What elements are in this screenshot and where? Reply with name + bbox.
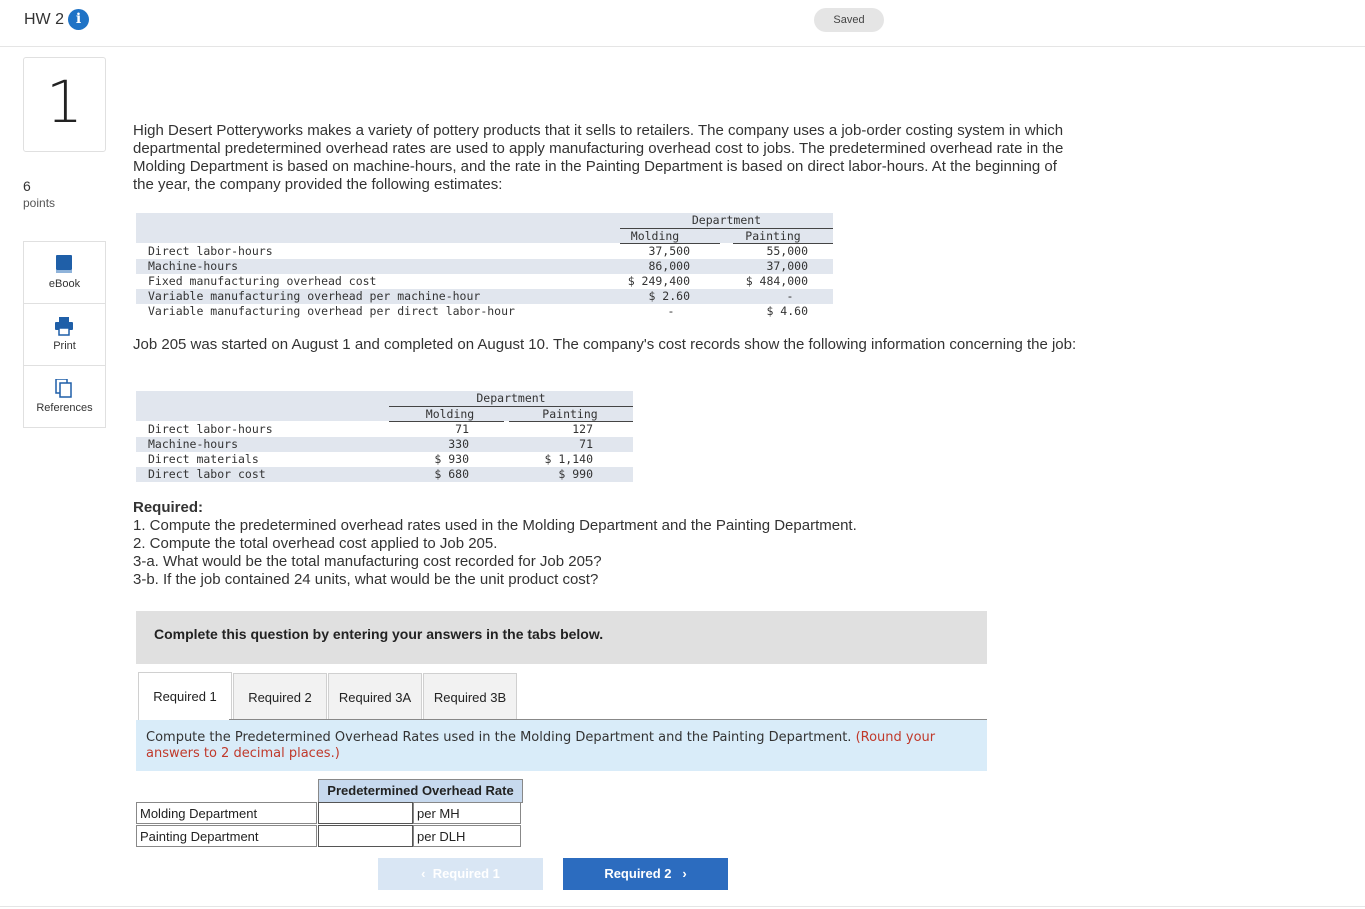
molding-rate-unit: per MH xyxy=(413,802,521,824)
table1-row-label: Variable manufacturing overhead per dire… xyxy=(148,304,515,318)
complete-prompt-box: Complete this question by entering your … xyxy=(136,611,987,664)
previous-tab-label: Required 1 xyxy=(432,866,500,881)
table1-cell: 86,000 xyxy=(648,259,690,273)
table2-group-header: Department xyxy=(476,391,546,405)
tab-required-3b[interactable]: Required 3B xyxy=(423,673,517,720)
table2-cell: $ 930 xyxy=(434,452,469,466)
table2-row-label: Machine-hours xyxy=(148,437,239,451)
chevron-right-icon: › xyxy=(682,866,687,881)
table1-col-molding: Molding xyxy=(630,229,680,243)
ebook-button[interactable]: eBook xyxy=(24,242,105,304)
table2-cell: $ 1,140 xyxy=(544,452,593,466)
intro-paragraph: High Desert Potteryworks makes a variety… xyxy=(133,122,1064,193)
required-section: Required: 1. Compute the predetermined o… xyxy=(133,499,857,589)
answer-grid-header: Predetermined Overhead Rate xyxy=(318,779,523,803)
print-button[interactable]: Print xyxy=(24,304,105,366)
painting-row-label: Painting Department xyxy=(136,825,317,847)
table1-cell: 37,500 xyxy=(648,244,690,258)
table2-col-molding: Molding xyxy=(425,407,475,421)
print-label: Print xyxy=(53,340,76,352)
print-icon xyxy=(55,317,73,336)
references-label: References xyxy=(36,402,93,414)
points-label: points xyxy=(23,196,56,210)
instruction-text: Compute the Predetermined Overhead Rates… xyxy=(146,730,852,745)
required-item: 3-a. What would be the total manufacturi… xyxy=(133,553,602,570)
table1-row-label: Direct labor-hours xyxy=(148,244,273,258)
required-item: 1. Compute the predetermined overhead ra… xyxy=(133,517,857,534)
table1-cell: $ 4.60 xyxy=(766,304,808,318)
table2-cell: 127 xyxy=(572,422,593,436)
table2-row-label: Direct labor cost xyxy=(148,467,266,481)
table1-cell: - xyxy=(786,289,794,303)
tab-required-3a[interactable]: Required 3A xyxy=(328,673,422,720)
painting-rate-input[interactable] xyxy=(318,825,413,847)
previous-tab-button[interactable]: ‹ Required 1 xyxy=(378,858,543,890)
points-value: 6 xyxy=(23,178,31,194)
assignment-title: HW 2 xyxy=(24,11,64,28)
table1-cell: 55,000 xyxy=(766,244,808,258)
required-item: 3-b. If the job contained 24 units, what… xyxy=(133,571,599,588)
question-number: 1 xyxy=(46,68,83,136)
chevron-left-icon: ‹ xyxy=(421,866,426,881)
table2-row-label: Direct materials xyxy=(148,452,259,466)
table1-row-label: Machine-hours xyxy=(148,259,239,273)
table2-row-label: Direct labor-hours xyxy=(148,422,273,436)
table2-cell: 71 xyxy=(455,422,469,436)
table2-col-painting: Painting xyxy=(542,407,598,421)
table1-col-painting: Painting xyxy=(745,229,801,243)
complete-prompt: Complete this question by entering your … xyxy=(154,626,604,642)
job-paragraph: Job 205 was started on August 1 and comp… xyxy=(133,336,1077,353)
top-bar: HW 2 i Saved xyxy=(0,0,1365,47)
table2-cell: $ 990 xyxy=(558,467,593,481)
required-heading: Required: xyxy=(133,499,204,516)
next-tab-label: Required 2 xyxy=(604,866,672,881)
painting-rate-unit: per DLH xyxy=(413,825,521,847)
table2-cell: 71 xyxy=(579,437,593,451)
table2-cell: $ 680 xyxy=(434,467,469,481)
table1-row-label: Variable manufacturing overhead per mach… xyxy=(148,289,481,303)
info-icon[interactable]: i xyxy=(68,9,89,30)
question-number-box: 1 xyxy=(23,57,106,152)
molding-rate-input[interactable] xyxy=(318,802,413,824)
saved-status-badge: Saved xyxy=(814,8,884,32)
next-tab-button[interactable]: Required 2 › xyxy=(563,858,728,890)
table1-cell: - xyxy=(667,304,675,318)
table1-group-header: Department xyxy=(691,213,762,227)
references-icon xyxy=(55,379,72,398)
table1-row-label: Fixed manufacturing overhead cost xyxy=(148,274,377,288)
instruction-box: Compute the Predetermined Overhead Rates… xyxy=(136,720,987,771)
references-button[interactable]: References xyxy=(24,366,105,427)
table1-cell: $ 484,000 xyxy=(745,274,808,288)
table1-cell: 37,000 xyxy=(766,259,808,273)
molding-row-label: Molding Department xyxy=(136,802,317,824)
required-item: 2. Compute the total overhead cost appli… xyxy=(133,535,498,552)
ebook-label: eBook xyxy=(48,278,81,290)
ebook-icon xyxy=(56,255,72,273)
table1-cell: $ 249,400 xyxy=(627,274,690,288)
table1-cell: $ 2.60 xyxy=(648,289,690,303)
tab-required-1[interactable]: Required 1 xyxy=(138,672,232,721)
table2-cell: 330 xyxy=(448,437,469,451)
tools-panel: eBook Print References xyxy=(23,241,106,428)
tab-required-2[interactable]: Required 2 xyxy=(233,673,327,720)
